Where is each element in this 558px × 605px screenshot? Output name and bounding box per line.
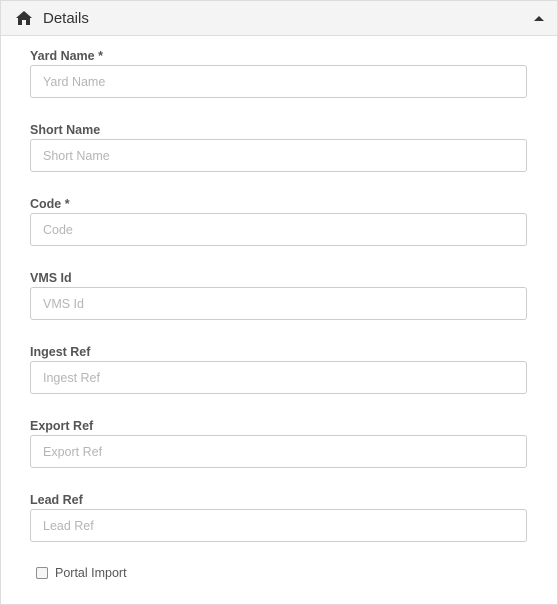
code-input[interactable]: [30, 213, 527, 246]
caret-up-icon: [534, 16, 544, 21]
ingest-ref-input[interactable]: [30, 361, 527, 394]
home-icon: [16, 11, 32, 25]
lead-ref-label: Lead Ref: [30, 493, 83, 507]
short-name-input[interactable]: [30, 139, 527, 172]
export-ref-input[interactable]: [30, 435, 527, 468]
yard-name-input[interactable]: [30, 65, 527, 98]
short-name-label: Short Name: [30, 123, 101, 137]
panel-title: Details: [43, 10, 89, 27]
panel-header[interactable]: Details: [1, 1, 557, 36]
code-label: Code *: [30, 197, 70, 211]
collapse-button[interactable]: [531, 11, 547, 25]
vms-id-input[interactable]: [30, 287, 527, 320]
portal-import-row[interactable]: Portal Import: [36, 566, 127, 580]
export-ref-label: Export Ref: [30, 419, 94, 433]
details-panel: Details Yard Name * Short Name Code * VM…: [0, 0, 558, 605]
yard-name-label: Yard Name *: [30, 49, 103, 63]
portal-import-checkbox[interactable]: [36, 567, 48, 579]
portal-import-label[interactable]: Portal Import: [55, 566, 127, 580]
ingest-ref-label: Ingest Ref: [30, 345, 91, 359]
lead-ref-input[interactable]: [30, 509, 527, 542]
vms-id-label: VMS Id: [30, 271, 72, 285]
